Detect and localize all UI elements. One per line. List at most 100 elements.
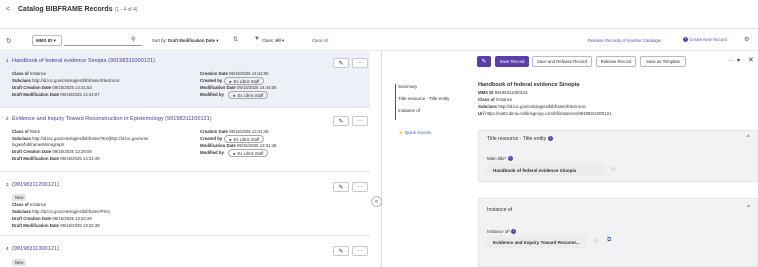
main-title-field[interactable]: Handbook of federal evidence Sinopia xyxy=(487,164,605,176)
record-number: 4 xyxy=(6,246,9,251)
chevron-up-icon[interactable]: ^ xyxy=(747,135,750,141)
nav-title-resource[interactable]: Title resource - Title entity xyxy=(398,96,449,101)
pencil-icon: ✎ xyxy=(338,184,344,191)
filter-icon[interactable]: ▼ xyxy=(254,36,260,42)
instance-of-field[interactable]: Evidence and Inquiry Toward Reconst... xyxy=(487,236,587,248)
record-field: Created by xyxy=(200,136,223,141)
section-title: Title resource - Title entity i xyxy=(487,136,553,142)
record-field: Modified by xyxy=(200,92,224,97)
pencil-icon: ✎ xyxy=(338,248,344,255)
divider xyxy=(0,50,758,51)
record-field: Created by xyxy=(200,78,223,83)
record-card-2[interactable]: 2 Evidence and Inquiry Toward Reconstruc… xyxy=(0,110,370,172)
nav-instance-of[interactable]: Instance of xyxy=(398,108,420,113)
class-filter[interactable]: Class: All ▾ xyxy=(262,38,284,44)
divider xyxy=(0,28,758,29)
summary-title: Handbook of federal evidence Sinopia xyxy=(478,82,580,88)
search-field-select[interactable]: MMS ID ▾ xyxy=(32,35,62,46)
lightning-icon: ⚡ xyxy=(398,130,404,135)
record-card-3[interactable]: 3 (99198311200121) New Class of Instance… xyxy=(0,174,370,236)
ellipsis-icon: ··· xyxy=(357,118,363,124)
edit-button[interactable]: ✎ xyxy=(333,116,349,126)
record-field: Draft Modification Date 09/15/2025 13:22… xyxy=(12,223,100,228)
create-new-record-button[interactable]: + Create New Record xyxy=(683,37,727,43)
gear-icon[interactable]: ⚙ xyxy=(744,36,749,43)
more-actions-button[interactable]: ··· xyxy=(352,58,368,68)
save-as-template-button[interactable]: Save as Template xyxy=(640,56,686,67)
user-icon: ● xyxy=(233,150,236,156)
record-title[interactable]: (99198311300121) xyxy=(12,246,59,252)
save-record-button[interactable]: Save Record xyxy=(495,56,529,67)
user-icon: ● xyxy=(229,136,232,142)
field-label: Main title* i xyxy=(487,156,513,162)
record-field: Draft Modification Date 09/15/2025 13:31… xyxy=(12,156,100,161)
record-field: Subclass http://id.loc.gov/ontologies/bi… xyxy=(12,209,110,214)
field-label: Instance of* i xyxy=(487,229,517,235)
user-pill: ● Ex Libris Staff xyxy=(224,77,265,85)
open-link-icon[interactable]: ⧉ xyxy=(607,237,611,244)
close-icon[interactable]: ✕ xyxy=(748,56,754,64)
record-field: Draft Creation Date 09/15/2025 13:29:06 xyxy=(12,149,92,154)
page-title: Catalog BIBFRAME Records (1 - 4 of 4) xyxy=(18,6,138,13)
chevron-down-icon: ▾ xyxy=(52,37,56,43)
page-title-text: Catalog BIBFRAME Records xyxy=(18,6,113,13)
info-icon: i xyxy=(507,156,513,162)
instance-of-section: Instance of ^ Instance of* i Evidence an… xyxy=(478,198,758,267)
record-card-4[interactable]: 4 (99198311300121) New ✎ ··· xyxy=(0,238,370,267)
search-icon[interactable]: ⚲ xyxy=(131,36,135,43)
more-actions-button[interactable]: ··· xyxy=(352,182,368,192)
pencil-icon: ✎ xyxy=(338,60,344,67)
more-icon[interactable]: ··· xyxy=(728,58,733,64)
more-actions-button[interactable]: ··· xyxy=(352,246,368,256)
pencil-icon: ✎ xyxy=(338,118,344,125)
info-icon: i xyxy=(547,136,553,142)
edit-button[interactable]: ✎ xyxy=(333,246,349,256)
record-field: Creation Date 09/15/2025 13:31:48 xyxy=(200,129,269,134)
record-field: Subclass http://id.loc.gov/ontologies/bi… xyxy=(12,136,149,141)
user-pill: ● Ex Libris Staff xyxy=(224,135,265,143)
record-number: 2 xyxy=(6,116,9,121)
record-field: Class of Work xyxy=(12,129,40,134)
back-button[interactable]: < xyxy=(6,6,10,13)
record-field: Class of Instance xyxy=(12,71,47,76)
refresh-icon[interactable]: ↻ xyxy=(6,37,12,45)
record-field: Draft Modification Date 09/15/2025 14:44… xyxy=(12,92,100,97)
save-and-release-button[interactable]: Save and Release Record xyxy=(532,56,592,67)
record-title[interactable]: Handbook of federal evidence Sinopia (99… xyxy=(12,58,155,64)
plus-icon: + xyxy=(683,37,688,43)
chevron-down-icon[interactable]: ▾ xyxy=(737,57,740,64)
pane-splitter[interactable] xyxy=(381,51,382,267)
edit-button[interactable]: ✎ xyxy=(333,182,349,192)
release-record-button[interactable]: Release Record xyxy=(596,56,636,67)
chevron-up-icon[interactable]: ^ xyxy=(747,205,750,211)
search-field-label: MMS ID xyxy=(36,38,53,43)
record-number: 3 xyxy=(6,182,9,187)
record-field: Class of Instance xyxy=(12,202,47,207)
collapse-pane-button[interactable]: « xyxy=(371,196,382,207)
edit-button[interactable]: ✎ xyxy=(333,58,349,68)
release-another-link[interactable]: Release Records of Another Cataloger xyxy=(588,38,662,43)
ellipsis-icon: ··· xyxy=(357,60,363,66)
record-card-1[interactable]: 1 Handbook of federal evidence Sinopia (… xyxy=(0,52,370,108)
clear-all-link[interactable]: Clear All xyxy=(312,38,328,43)
record-field: Creation Date 09/15/2025 14:44:06 xyxy=(200,71,269,76)
record-field: Modification Date 09/15/2025 14:44:06 xyxy=(200,85,277,90)
record-title[interactable]: Evidence and Inquiry Toward Reconstructi… xyxy=(12,116,212,122)
clear-icon[interactable]: ⊗ xyxy=(611,166,616,173)
record-field: Modified by xyxy=(200,150,224,155)
info-icon: i xyxy=(511,229,517,235)
edit-mode-icon[interactable]: ✎ xyxy=(477,56,491,67)
sort-control[interactable]: Sort by: Draft Modification Date ▾ xyxy=(152,38,218,44)
nav-active-indicator xyxy=(395,84,396,120)
nav-summary[interactable]: Summary xyxy=(398,84,417,89)
sort-direction-icon[interactable]: ⇅ xyxy=(233,36,238,43)
more-actions-button[interactable]: ··· xyxy=(352,116,368,126)
quick-access-link[interactable]: ⚡ Quick Access xyxy=(398,130,431,136)
record-title[interactable]: (99198311200121) xyxy=(12,182,59,188)
clear-icon[interactable]: ⊗ xyxy=(593,238,598,245)
record-field: logies/bibframe/Monograph xyxy=(12,142,65,147)
new-badge: New xyxy=(12,194,27,201)
new-badge: New xyxy=(12,259,27,266)
record-number: 1 xyxy=(6,58,9,63)
user-icon: ● xyxy=(229,78,232,84)
